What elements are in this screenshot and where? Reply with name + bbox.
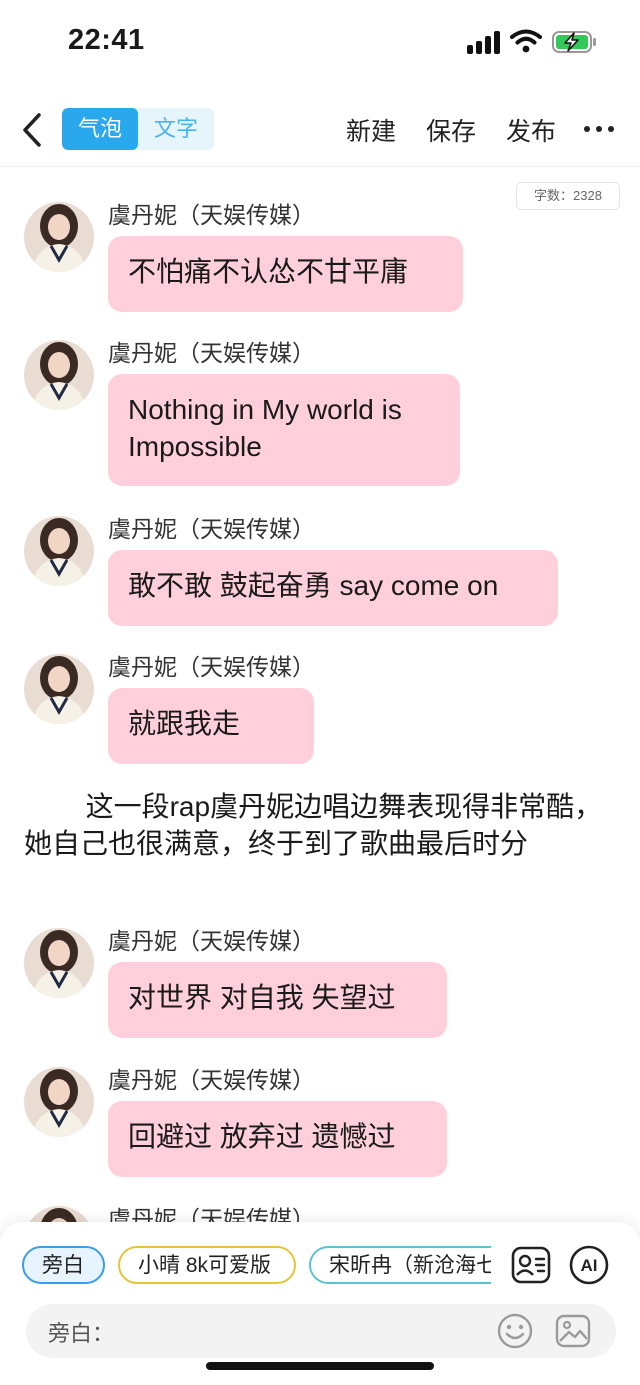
role-chip-song[interactable]: 宋昕冉（新沧海七 xyxy=(309,1246,491,1284)
tab-text[interactable]: 文字 xyxy=(138,108,214,150)
message-bubble[interactable]: 回避过 放弃过 遗憾过 xyxy=(108,1101,447,1177)
role-chip-narrator[interactable]: 旁白 xyxy=(22,1246,105,1284)
more-icon[interactable] xyxy=(584,126,614,134)
sender-name: 虞丹妮（天娱传媒） xyxy=(108,1067,315,1093)
sender-name: 虞丹妮（天娱传媒） xyxy=(108,516,315,542)
avatar[interactable] xyxy=(24,340,94,410)
message-bubble[interactable]: 不怕痛不认怂不甘平庸 xyxy=(108,236,463,312)
tab-bubble[interactable]: 气泡 xyxy=(62,108,138,150)
message-bubble[interactable]: 对世界 对自我 失望过 xyxy=(108,962,447,1038)
avatar[interactable] xyxy=(24,654,94,724)
avatar[interactable] xyxy=(24,1067,94,1137)
message-bubble[interactable]: 敢不敢 鼓起奋勇 say come on xyxy=(108,550,558,626)
emoji-icon[interactable] xyxy=(496,1312,534,1350)
input-role-label: 旁白： xyxy=(48,1321,115,1346)
battery-charging-icon xyxy=(552,31,596,53)
sender-name: 虞丹妮（天娱传媒） xyxy=(108,654,315,680)
contact-card-icon[interactable] xyxy=(510,1244,552,1286)
save-button[interactable]: 保存 xyxy=(426,112,476,148)
new-button[interactable]: 新建 xyxy=(346,112,396,148)
message-bubble[interactable]: 就跟我走 xyxy=(108,688,314,764)
message-bubble[interactable]: Nothing in My world is Impossible xyxy=(108,374,460,486)
sender-name: 虞丹妮（天娱传媒） xyxy=(108,202,315,228)
narration-text[interactable]: 这一段rap虞丹妮边唱边舞表现得非常酷，她自己也很满意，终于到了歌曲最后时分 xyxy=(24,788,620,862)
back-arrow-icon[interactable] xyxy=(16,110,50,150)
wifi-icon xyxy=(510,29,542,53)
sender-name: 虞丹妮（天娱传媒） xyxy=(108,928,315,954)
avatar[interactable] xyxy=(24,516,94,586)
bottom-input-panel: 旁白 小晴 8k可爱版 宋昕冉（新沧海七 AI 旁白： xyxy=(0,1222,640,1385)
publish-button[interactable]: 发布 xyxy=(506,112,556,148)
avatar[interactable] xyxy=(24,202,94,272)
role-chip-xiaoqing[interactable]: 小晴 8k可爱版 xyxy=(118,1246,296,1284)
mode-segmented-control: 气泡 文字 xyxy=(62,108,214,150)
status-time: 22:41 xyxy=(68,24,145,56)
home-indicator xyxy=(206,1362,434,1370)
word-count-badge: 字数：2328 xyxy=(516,182,620,210)
signal-icon xyxy=(467,30,501,54)
status-bar: 22:41 xyxy=(0,0,640,86)
nav-bar: 气泡 文字 新建 保存 发布 xyxy=(0,96,640,167)
dialogue-input[interactable]: 旁白： xyxy=(26,1304,616,1358)
ai-icon[interactable]: AI xyxy=(568,1244,610,1286)
image-icon[interactable] xyxy=(554,1312,592,1350)
ai-label: AI xyxy=(581,1256,598,1275)
avatar[interactable] xyxy=(24,928,94,998)
sender-name: 虞丹妮（天娱传媒） xyxy=(108,340,315,366)
